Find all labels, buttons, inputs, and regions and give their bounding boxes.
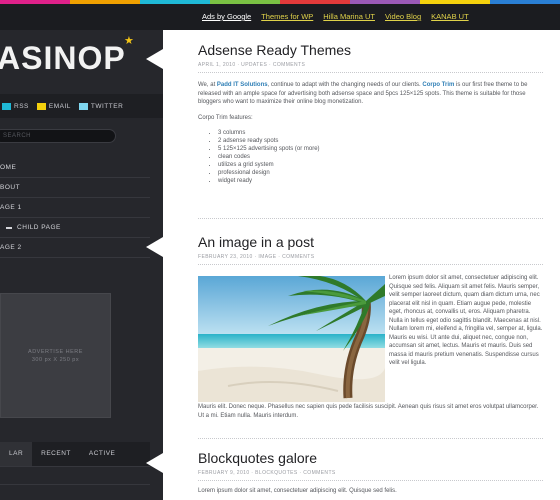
ad-line-2: 300 px X 250 px <box>31 356 80 363</box>
star-icon: ★ <box>124 35 134 47</box>
post-image-row: Lorem ipsum dolor sit amet, consectetuer… <box>198 275 543 403</box>
post-blockquotes: Blockquotes galore FEBRUARY 9, 2010 · BL… <box>198 450 543 496</box>
social-twitter-label: TWITTER <box>90 102 124 110</box>
top-nav-link-themes[interactable]: Themes for WP <box>261 12 313 21</box>
tab-panel-row <box>0 467 150 485</box>
dash-icon <box>6 226 12 229</box>
main-content: Adsense Ready Themes APRIL 1, 2010 · UPD… <box>163 30 560 500</box>
sidebar-menu: OME BOUT AGE 1 CHILD PAGE AGE 2 <box>0 158 150 258</box>
beach-photo <box>198 276 385 402</box>
text-run: We, at <box>198 82 217 88</box>
tab-active[interactable]: ACTIVE <box>80 442 124 466</box>
tab-popular[interactable]: LAR <box>0 442 33 466</box>
post-separator <box>198 218 543 219</box>
top-nav-links: Ads by Google Themes for WP Hilla Marina… <box>202 12 469 21</box>
social-email-label: EMAIL <box>48 102 71 110</box>
post-title[interactable]: An image in a post <box>198 234 543 250</box>
email-icon <box>36 102 46 110</box>
corpo-trim-link[interactable]: Corpo Trim <box>422 82 454 88</box>
top-nav-link-hilla[interactable]: Hilla Marina UT <box>323 12 375 21</box>
top-navigation: Ads by Google Themes for WP Hilla Marina… <box>0 4 560 30</box>
social-rss[interactable]: RSS <box>2 102 29 110</box>
menu-item-child-label: CHILD PAGE <box>17 223 61 231</box>
list-item: 2 adsense ready spots <box>218 137 543 145</box>
social-email[interactable]: EMAIL <box>36 102 71 110</box>
features-list: 3 columns 2 adsense ready spots 5 125×12… <box>198 129 543 185</box>
rss-icon <box>2 102 11 110</box>
post-title[interactable]: Adsense Ready Themes <box>198 42 543 58</box>
padd-link[interactable]: Padd IT Solutions <box>217 82 268 88</box>
list-item: widget ready <box>218 177 543 185</box>
ad-line-1: ADVERTISE HERE <box>28 348 83 355</box>
post-adsense: Adsense Ready Themes APRIL 1, 2010 · UPD… <box>198 42 543 185</box>
search-input[interactable]: SEARCH <box>0 129 116 143</box>
twitter-icon <box>78 102 88 110</box>
post-pointer <box>146 237 163 257</box>
ad-placeholder[interactable]: ADVERTISE HERE 300 px X 250 px <box>0 293 111 418</box>
site-logo[interactable]: ASINOP <box>0 40 126 77</box>
post-bottom-text: Mauris elit. Donec neque. Phasellus nec … <box>198 404 539 419</box>
list-item: utilizes a grid system <box>218 161 543 169</box>
post-pointer <box>146 453 163 473</box>
list-item: professional design <box>218 169 543 177</box>
post-image: An image in a post FEBRUARY 23, 2010 · I… <box>198 234 543 420</box>
list-item: 3 columns <box>218 129 543 137</box>
menu-item-about[interactable]: BOUT <box>0 178 150 198</box>
post-pointer <box>146 49 163 69</box>
sidebar: ASINOP ★ RSS EMAIL TWITTER SEARCH OME BO… <box>0 30 163 500</box>
social-bar: RSS EMAIL TWITTER <box>0 94 163 118</box>
post-meta: FEBRUARY 9, 2010 · BLOCKQUOTES · COMMENT… <box>198 470 543 481</box>
text-run: , continue to adapt with the changing ne… <box>267 82 423 88</box>
top-nav-link-kanab[interactable]: KANAB UT <box>431 12 469 21</box>
social-rss-label: RSS <box>14 102 29 110</box>
sidebar-tabs: LAR RECENT ACTIVE <box>0 442 150 466</box>
menu-item-child-page[interactable]: CHILD PAGE <box>0 218 150 238</box>
post-meta: APRIL 1, 2010 · UPDATES · COMMENTS <box>198 62 543 73</box>
post-separator <box>198 438 543 439</box>
post-paragraph: Lorem ipsum dolor sit amet, consectetuer… <box>198 488 397 494</box>
tab-panel <box>0 466 150 500</box>
menu-item-home[interactable]: OME <box>0 158 150 178</box>
post-paragraph: We, at Padd IT Solutions, continue to ad… <box>198 81 543 107</box>
menu-item-page-1[interactable]: AGE 1 <box>0 198 150 218</box>
menu-item-page-2[interactable]: AGE 2 <box>0 238 150 258</box>
list-item: 5 125×125 advertising spots (or more) <box>218 145 543 153</box>
post-side-text: Lorem ipsum dolor sit amet, consectetuer… <box>389 275 543 366</box>
post-title[interactable]: Blockquotes galore <box>198 450 543 466</box>
top-nav-link-video[interactable]: Video Blog <box>385 12 421 21</box>
social-twitter[interactable]: TWITTER <box>78 102 124 110</box>
tab-panel-row <box>0 485 150 500</box>
top-nav-link-ads[interactable]: Ads by Google <box>202 12 251 21</box>
tab-recent[interactable]: RECENT <box>32 442 80 466</box>
features-heading: Corpo Trim features: <box>198 114 253 121</box>
list-item: clean codes <box>218 153 543 161</box>
post-meta: FEBRUARY 23, 2010 · IMAGE · COMMENTS <box>198 254 543 265</box>
